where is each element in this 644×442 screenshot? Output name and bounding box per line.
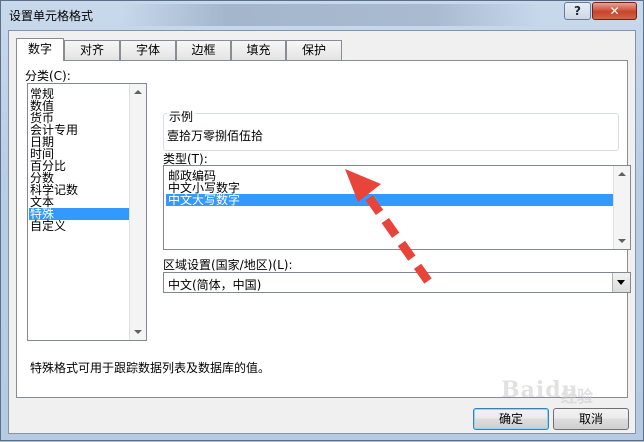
tab-alignment[interactable]: 对齐	[64, 40, 120, 60]
cancel-button[interactable]: 取消	[553, 408, 629, 430]
scroll-down-icon[interactable]	[134, 330, 142, 334]
tab-fill[interactable]: 填充	[231, 40, 286, 60]
category-item-custom[interactable]: 自定义	[29, 220, 130, 232]
sample-value: 壹拾万零捌佰伍拾	[167, 129, 264, 143]
scroll-down-icon[interactable]	[618, 239, 626, 243]
scroll-up-icon[interactable]	[134, 90, 142, 94]
tab-border[interactable]: 边框	[176, 40, 231, 60]
category-label: 分类(C):	[25, 69, 71, 83]
tab-font[interactable]: 字体	[120, 40, 176, 60]
number-tab-panel: 分类(C): 常规 数值 货币 会计专用 日期 时间 百分比 分数 科学记数 文…	[16, 60, 631, 398]
chevron-down-icon	[617, 280, 625, 285]
title-bar[interactable]: 设置单元格格式 ? ✕	[1, 1, 643, 29]
tab-number[interactable]: 数字	[16, 38, 64, 61]
tab-protection[interactable]: 保护	[286, 40, 342, 60]
type-listbox[interactable]: 邮政编码 中文小写数字 中文大写数字	[163, 165, 631, 250]
type-item-chinese-uppercase[interactable]: 中文大写数字	[166, 194, 614, 206]
close-button[interactable]: ✕	[592, 2, 637, 20]
locale-label: 区域设置(国家/地区)(L):	[163, 258, 293, 272]
format-description: 特殊格式可用于跟踪数据列表及数据库的值。	[30, 361, 271, 375]
locale-value: 中文(简体，中国)	[168, 278, 262, 292]
format-cells-dialog: 设置单元格格式 ? ✕ 数字 对齐 字体 边框 填充 保护 分类(C): 常规 …	[0, 0, 644, 441]
scroll-up-icon[interactable]	[618, 172, 626, 176]
category-listbox[interactable]: 常规 数值 货币 会计专用 日期 时间 百分比 分数 科学记数 文本 特殊 自定…	[27, 83, 147, 341]
sample-label: 示例	[167, 108, 196, 125]
dialog-client-area: 数字 对齐 字体 边框 填充 保护 分类(C): 常规 数值 货币 会计专用 日…	[8, 30, 636, 434]
category-scrollbar[interactable]	[129, 84, 146, 340]
locale-select[interactable]: 中文(简体，中国)	[163, 272, 631, 293]
help-button[interactable]: ?	[564, 2, 591, 20]
dialog-title: 设置单元格格式	[9, 9, 94, 23]
locale-dropdown-button[interactable]	[612, 273, 630, 292]
type-scrollbar[interactable]	[613, 166, 630, 249]
title-blur	[121, 4, 541, 26]
ok-button[interactable]: 确定	[473, 408, 549, 430]
